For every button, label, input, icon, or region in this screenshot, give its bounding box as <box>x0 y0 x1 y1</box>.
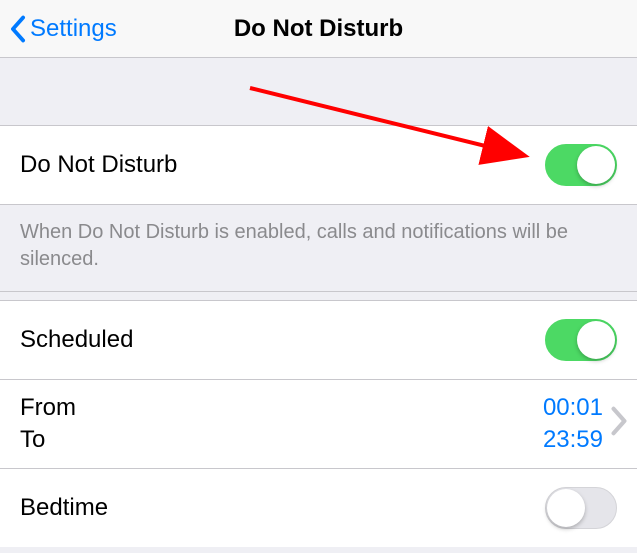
to-label: To <box>20 426 543 454</box>
toggle-knob <box>547 489 585 527</box>
scheduled-label: Scheduled <box>20 326 133 354</box>
to-time: 23:59 <box>543 426 603 454</box>
bedtime-row: Bedtime <box>0 469 637 547</box>
dnd-toggle[interactable] <box>545 144 617 186</box>
bedtime-label: Bedtime <box>20 494 108 522</box>
dnd-label: Do Not Disturb <box>20 151 177 179</box>
section-gap <box>0 58 637 126</box>
schedule-time-row[interactable]: From To 00:01 23:59 <box>0 380 637 469</box>
from-label: From <box>20 394 543 422</box>
section-gap-2 <box>0 291 637 301</box>
bedtime-toggle[interactable] <box>545 487 617 529</box>
back-label: Settings <box>30 15 117 43</box>
toggle-knob <box>577 146 615 184</box>
from-time: 00:01 <box>543 394 603 422</box>
dnd-row: Do Not Disturb <box>0 126 637 205</box>
schedule-time-labels: From To <box>20 394 543 454</box>
chevron-right-icon <box>609 406 629 443</box>
toggle-knob <box>577 321 615 359</box>
dnd-footer-text: When Do Not Disturb is enabled, calls an… <box>0 205 637 291</box>
schedule-time-values: 00:01 23:59 <box>543 394 603 454</box>
scheduled-toggle[interactable] <box>545 319 617 361</box>
back-button[interactable]: Settings <box>0 15 117 43</box>
scheduled-row: Scheduled <box>0 301 637 380</box>
chevron-left-icon <box>10 15 26 43</box>
navigation-bar: Settings Do Not Disturb <box>0 0 637 58</box>
